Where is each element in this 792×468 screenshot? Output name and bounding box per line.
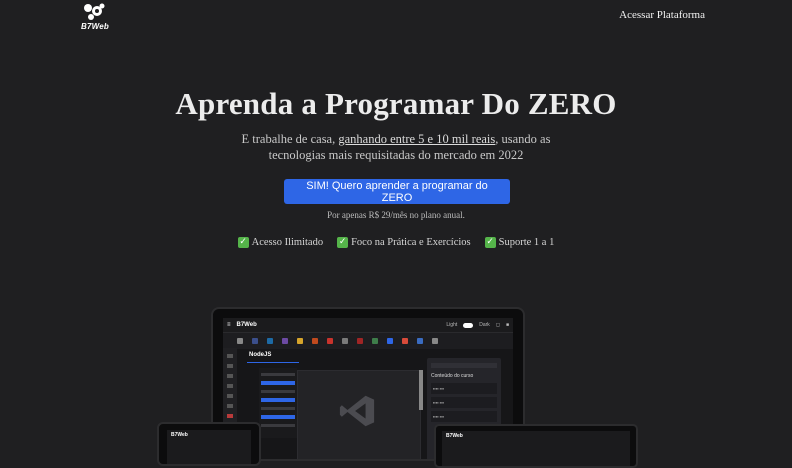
tablet-mockup: B7Web (157, 422, 261, 466)
mockup-light-label: Light (446, 322, 458, 328)
user-avatar: ■ (505, 322, 509, 328)
course-icon (282, 338, 288, 344)
mockup-topbar: ≡ B7Web Light Dark ◻ ■ (223, 318, 513, 332)
mockup-dark-label: Dark (479, 322, 490, 328)
feature-list: ✓ Acesso Ilimitado ✓ Foco na Prática e E… (0, 237, 792, 248)
subtitle-text-end: , usando as (495, 132, 551, 146)
course-icon (417, 338, 423, 344)
course-icon (357, 338, 363, 344)
course-icon (372, 338, 378, 344)
small-laptop-brand: B7Web (446, 433, 463, 439)
course-icon-row (223, 332, 513, 349)
course-icon (402, 338, 408, 344)
tablet-brand: B7Web (171, 432, 188, 438)
mockup-course-title: NodeJS (249, 352, 272, 358)
feature-item: ✓ Foco na Prática e Exercícios (337, 237, 471, 248)
tablet-screen: B7Web (167, 430, 251, 464)
mockup-module-row: ▪▪▪▪ ▪▪▪ (431, 411, 497, 422)
price-note: Por apenas R$ 29/mês no plano anual. (327, 210, 465, 220)
mockup-video (297, 370, 421, 459)
bell-icon: ◻ (495, 322, 500, 328)
mockup-module-row: ▪▪▪▪ ▪▪▪ (431, 397, 497, 408)
course-icon (297, 338, 303, 344)
course-icon (327, 338, 333, 344)
feature-item: ✓ Acesso Ilimitado (237, 237, 324, 248)
subtitle-text: E trabalhe de casa, (241, 132, 339, 146)
theme-toggle (463, 322, 474, 328)
course-icon (387, 338, 393, 344)
mockup-lessons (259, 368, 297, 438)
check-icon: ✓ (337, 237, 349, 248)
course-icon (312, 338, 318, 344)
course-icon (252, 338, 258, 344)
feature-label: Acesso Ilimitado (251, 237, 324, 248)
logo-text: B7Web (81, 22, 109, 31)
mockup-module-row: ▪▪▪▪ ▪▪▪ (431, 383, 497, 394)
mockup-brand: B7Web (236, 322, 257, 328)
course-icon (342, 338, 348, 344)
mockup-scrollbar (419, 370, 423, 410)
small-laptop-screen: B7Web (442, 431, 630, 466)
hero-subtitle: E trabalhe de casa, ganhando entre 5 e 1… (0, 131, 792, 163)
acessar-plataforma-link[interactable]: Acessar Plataforma (619, 9, 705, 21)
hero-title: Aprenda a Programar Do ZERO (175, 86, 617, 121)
feature-item: ✓ Suporte 1 a 1 (484, 237, 555, 248)
chevron-right-icon (432, 338, 438, 344)
mockup-panel-title: Conteúdo do curso (431, 373, 474, 379)
feature-label: Suporte 1 a 1 (498, 237, 555, 248)
subtitle-highlight: ganhando entre 5 e 10 mil reais (338, 132, 496, 146)
check-icon: ✓ (237, 237, 249, 248)
course-icon (267, 338, 273, 344)
small-laptop-mockup: B7Web (434, 424, 638, 468)
title-underline (247, 362, 299, 363)
check-icon: ✓ (484, 237, 496, 248)
vscode-icon (339, 395, 375, 427)
cta-button[interactable]: SIM! Quero aprender a programar do ZERO (284, 179, 510, 204)
chevron-left-icon (237, 338, 243, 344)
feature-label: Foco na Prática e Exercícios (351, 237, 471, 248)
subtitle-line-2: tecnologias mais requisitadas do mercado… (268, 148, 524, 162)
menu-icon: ≡ (227, 322, 231, 328)
